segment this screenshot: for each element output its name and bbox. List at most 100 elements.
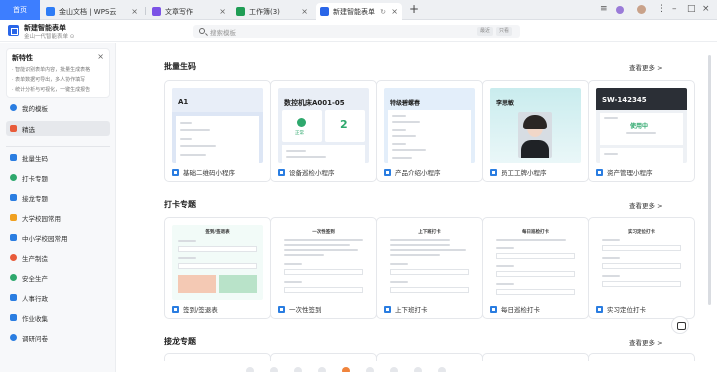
feature-notice: 新特性 × · 智能识别表单内容，批量生成表格 · 表单数据可导出，多人协作填写… [6,48,110,98]
search-tag-recent[interactable]: 最近 [477,27,494,36]
template-card[interactable] [164,353,271,361]
survey-icon [10,334,17,341]
sidebar-item-survey[interactable]: 调研问卷 [6,330,110,345]
search-icon [199,28,205,34]
page-dot[interactable] [270,367,278,372]
chain-icon [10,194,17,201]
sidebar-item-relay[interactable]: 接龙专题 [6,190,110,205]
sidebar-item-safety[interactable]: 安全生产 [6,270,110,285]
sidebar: 新特性 × · 智能识别表单内容，批量生成表格 · 表单数据可导出，多人协作填写… [0,43,116,372]
template-card[interactable] [588,353,695,361]
template-preview: 一次性签到 [278,225,369,300]
preview-code: SW-142345 [602,96,647,104]
page-dot[interactable] [318,367,326,372]
template-card[interactable]: 实习定位打卡 实习定位打卡 [588,217,695,319]
sidebar-item-k12[interactable]: 中小学校园常用 [6,230,110,245]
page-dot[interactable] [342,367,350,372]
maximize-icon[interactable]: □ [687,4,696,14]
tab-home[interactable]: 首页 [0,0,40,20]
doc-icon [152,7,161,16]
template-card-footer: 资产管理小程序 [596,167,653,177]
template-card[interactable] [376,353,483,361]
preview-title: 实习定位打卡 [628,230,655,235]
close-icon[interactable]: × [131,7,138,16]
mini-program-icon [278,168,285,176]
tab-bar: 首页 金山文档 | WPS云 × 文章写作 × 工作簿(3) × 新建智能表单 … [0,0,717,20]
template-card-footer: 每日巡检打卡 [490,304,540,314]
sidebar-item-checkin[interactable]: 打卡专题 [6,170,110,185]
tab-article-writing[interactable]: 文章写作 × [148,3,226,20]
sidebar-item-batch-code[interactable]: 批量生码 [6,150,110,165]
see-more-link[interactable]: 查看更多 > [629,200,663,210]
template-card[interactable]: 特级碧螺春 产品介绍小程序 [376,80,483,182]
mini-program-icon [384,168,391,176]
template-preview: 上下班打卡 [384,225,475,300]
tab-wps-cloud[interactable]: 金山文档 | WPS云 × [42,3,144,20]
sidebar-item-featured[interactable]: 精选 [6,121,110,136]
preview-title: 每日巡检打卡 [522,230,549,235]
search-tag-only[interactable]: 只看 [496,27,513,36]
new-tab-button[interactable]: + [409,2,419,16]
sidebar-item-label: 人事行政 [22,294,48,303]
form-icon [596,305,603,313]
close-icon[interactable]: × [219,7,226,16]
page-dot[interactable] [390,367,398,372]
template-card[interactable]: A1 基础二维码小程序 [164,80,271,182]
template-card[interactable]: 签到/签退表 签到/签退表 [164,217,271,319]
template-card[interactable]: 每日巡检打卡 每日巡检打卡 [482,217,589,319]
template-card-footer: 员工工牌小程序 [490,167,547,177]
close-window-icon[interactable]: × [702,4,710,14]
minimize-icon[interactable]: – [672,4,677,14]
menu-icon[interactable]: ≡ [600,4,608,14]
page-dot[interactable] [246,367,254,372]
close-icon[interactable]: × [391,7,398,16]
form-logo-icon [8,25,19,36]
search-placeholder: 搜索模板 [210,29,236,37]
template-card[interactable] [482,353,589,361]
tab-workbook[interactable]: 工作簿(3) × [232,3,314,20]
sidebar-item-label: 接龙专题 [22,194,48,203]
page-dot[interactable] [414,367,422,372]
see-more-link[interactable]: 查看更多 > [629,62,663,72]
more-icon[interactable]: ⋮ [657,4,666,14]
close-icon[interactable]: × [301,7,308,16]
sidebar-item-my-templates[interactable]: 我的模板 [6,100,110,115]
sidebar-item-university[interactable]: 大学校园常用 [6,210,110,225]
sidebar-item-label: 作业收集 [22,314,48,323]
avatar[interactable] [637,5,646,14]
homework-icon [10,314,17,321]
page-dot[interactable] [438,367,446,372]
sidebar-item-manufacturing[interactable]: 生产制造 [6,250,110,265]
check-icon [297,118,306,127]
page-dot[interactable] [366,367,374,372]
notification-icon[interactable] [616,6,624,14]
search-input[interactable]: 搜索模板 最近 只看 [193,25,520,38]
tab-new-smart-form[interactable]: 新建智能表单 ↻ × [316,3,402,20]
sheet-icon [236,7,245,16]
assistant-bot-icon[interactable] [671,316,689,334]
reload-icon[interactable]: ↻ [380,8,386,16]
form-icon [384,305,391,313]
sidebar-item-hr[interactable]: 人事行政 [6,290,110,305]
template-card[interactable]: 上下班打卡 上下班打卡 [376,217,483,319]
close-icon[interactable]: × [97,52,104,61]
preview-code: 数控机床A001-05 [284,99,345,107]
template-card[interactable]: 数控机床A001-05 正常 2 设备巡检小程序 [270,80,377,182]
template-card-footer: 产品介绍小程序 [384,167,441,177]
factory-icon [10,254,17,261]
template-card[interactable]: 一次性签到 一次性签到 [270,217,377,319]
school-icon [10,234,17,241]
page-dot[interactable] [294,367,302,372]
see-more-link[interactable]: 查看更多 > [629,337,663,347]
mini-program-icon [172,168,179,176]
template-card[interactable] [270,353,377,361]
employee-photo [518,112,552,158]
template-card[interactable]: 李思敏 员工工牌小程序 [482,80,589,182]
person-icon [10,104,17,111]
mini-program-icon [490,168,497,176]
template-card[interactable]: SW-142345 使用中 资产管理小程序 [588,80,695,182]
scrollbar[interactable] [708,55,711,305]
notice-title: 新特性 [12,54,33,62]
notice-line: · 智能识别表单内容，批量生成表格 [12,67,91,73]
sidebar-item-homework[interactable]: 作业收集 [6,310,110,325]
